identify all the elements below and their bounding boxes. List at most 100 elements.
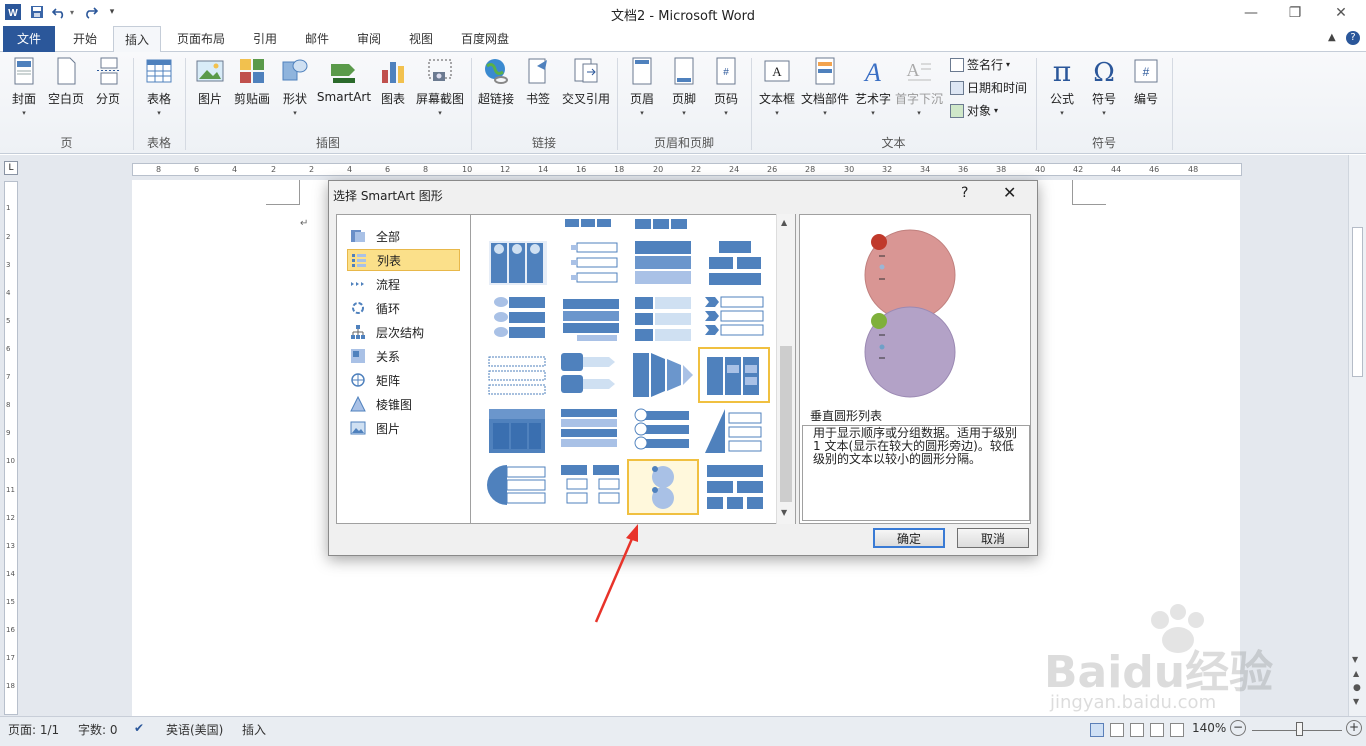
horizontal-ruler[interactable]: 8 6 4 2 2 4 6 8 10 12 14 16 18 20 22 24 26 28 30 32 34 36 38 40… <box>132 163 1242 176</box>
minimize-button[interactable]: — <box>1234 2 1268 24</box>
layout-thumbnail[interactable] <box>557 293 625 347</box>
close-button[interactable]: ✕ <box>1324 2 1358 24</box>
browse-object-icon[interactable]: ● <box>1353 683 1361 693</box>
equation-button[interactable]: π 公式 ▾ <box>1046 56 1078 117</box>
language-indicator[interactable]: 英语(美国) <box>166 721 223 738</box>
undo-dropdown-icon[interactable]: ▾ <box>68 3 76 21</box>
cross-reference-button[interactable]: 交叉引用 <box>560 56 612 107</box>
layout-thumbnail[interactable] <box>629 237 697 291</box>
layout-thumbnail[interactable] <box>629 349 697 403</box>
layout-thumbnail[interactable] <box>629 405 697 459</box>
gallery-scrollbar[interactable]: ▲ ▼ <box>776 214 795 524</box>
category-cycle[interactable]: 循环 <box>347 297 460 319</box>
layout-thumbnail[interactable] <box>557 405 625 459</box>
customize-icon[interactable]: ▾ <box>106 3 118 21</box>
drop-cap-button[interactable]: A 首字下沉 ▾ <box>894 56 944 117</box>
next-page-icon[interactable]: ▼ <box>1353 697 1359 706</box>
vertical-scrollbar[interactable]: ▲ ▼ ▲ ● ▼ <box>1348 155 1366 716</box>
gallery-scroll-up-icon[interactable]: ▲ <box>781 218 787 227</box>
category-hierarchy[interactable]: 层次结构 <box>347 321 460 343</box>
layout-thumbnail[interactable] <box>701 461 769 515</box>
layout-thumbnail[interactable] <box>557 461 625 515</box>
layout-thumbnail[interactable] <box>701 237 769 291</box>
page-break-button[interactable]: 分页 <box>92 56 124 107</box>
numbering-button[interactable]: # 编号 <box>1130 56 1162 107</box>
redo-icon[interactable] <box>82 3 100 21</box>
gallery-scroll-thumb[interactable] <box>780 346 792 502</box>
dialog-close-button[interactable]: ✕ <box>1003 183 1016 202</box>
layout-thumbnail[interactable] <box>485 461 553 515</box>
zoom-in-button[interactable]: + <box>1346 720 1362 736</box>
tab-file[interactable]: 文件 <box>3 26 55 52</box>
layout-thumbnail[interactable] <box>485 293 553 347</box>
tab-review[interactable]: 审阅 <box>347 26 391 52</box>
symbol-button[interactable]: Ω 符号 ▾ <box>1088 56 1120 117</box>
proofing-icon[interactable]: ✔ <box>134 721 144 735</box>
tab-view[interactable]: 视图 <box>399 26 443 52</box>
date-time-button[interactable]: 日期和时间 <box>950 79 1027 96</box>
insert-mode[interactable]: 插入 <box>242 721 266 738</box>
layout-thumbnail[interactable] <box>701 405 769 459</box>
undo-icon[interactable] <box>50 3 68 21</box>
save-icon[interactable] <box>28 3 46 21</box>
dialog-help-button[interactable]: ? <box>961 185 968 201</box>
text-box-button[interactable]: A 文本框 ▾ <box>757 56 797 117</box>
hyperlink-button[interactable]: 超链接 <box>476 56 516 107</box>
word-count[interactable]: 字数: 0 <box>78 721 118 738</box>
category-all[interactable]: 全部 <box>347 225 460 247</box>
help-icon[interactable]: ? <box>1346 31 1360 45</box>
chart-button[interactable]: 图表 <box>376 56 410 107</box>
draft-view-icon[interactable] <box>1170 723 1184 737</box>
clip-art-button[interactable]: 剪贴画 <box>232 56 272 107</box>
picture-button[interactable]: 图片 <box>194 56 226 107</box>
shapes-button[interactable]: 形状 ▾ <box>278 56 312 117</box>
page-number-button[interactable]: # 页码 ▾ <box>710 56 742 117</box>
signature-line-button[interactable]: 签名行 ▾ <box>950 56 1010 73</box>
web-layout-view-icon[interactable] <box>1130 723 1144 737</box>
tab-home[interactable]: 开始 <box>62 26 108 52</box>
word-app-icon[interactable]: W <box>4 3 22 21</box>
cancel-button[interactable]: 取消 <box>957 528 1029 548</box>
word-art-button[interactable]: A 艺术字 ▾ <box>854 56 892 117</box>
layout-thumbnail[interactable] <box>485 237 553 291</box>
zoom-out-button[interactable]: − <box>1230 720 1246 736</box>
screenshot-button[interactable]: 屏幕截图 ▾ <box>414 56 466 117</box>
ok-button[interactable]: 确定 <box>873 528 945 548</box>
tab-insert[interactable]: 插入 <box>113 26 161 53</box>
tab-mailings[interactable]: 邮件 <box>295 26 339 52</box>
vertical-ruler[interactable]: 1 2 3 4 5 6 7 8 9 10 11 12 13 14 15 16 17 18 <box>4 181 18 715</box>
scroll-thumb[interactable] <box>1352 227 1363 377</box>
scroll-down-icon[interactable]: ▼ <box>1352 655 1358 664</box>
ribbon-collapse-icon[interactable]: ▲ <box>1328 32 1336 43</box>
restore-button[interactable]: ❐ <box>1278 2 1312 24</box>
gallery-scroll-down-icon[interactable]: ▼ <box>781 508 787 517</box>
header-button[interactable]: 页眉 ▾ <box>626 56 658 117</box>
cover-page-button[interactable]: 封面 ▾ <box>6 56 42 117</box>
layout-thumbnail[interactable] <box>629 293 697 347</box>
category-list-item[interactable]: 列表 <box>347 249 460 271</box>
prev-page-icon[interactable]: ▲ <box>1353 669 1359 678</box>
tab-page-layout[interactable]: 页面布局 <box>168 26 234 52</box>
print-layout-view-icon[interactable] <box>1090 723 1104 737</box>
outline-view-icon[interactable] <box>1150 723 1164 737</box>
category-picture[interactable]: 图片 <box>347 417 460 439</box>
footer-button[interactable]: 页脚 ▾ <box>668 56 700 117</box>
category-pyramid[interactable]: 棱锥图 <box>347 393 460 415</box>
zoom-slider-thumb[interactable] <box>1296 722 1303 736</box>
tab-stop-selector[interactable]: L <box>4 161 18 175</box>
layout-thumbnail-vertical-circle-list[interactable] <box>627 459 699 515</box>
layout-thumbnail[interactable] <box>701 293 769 347</box>
layout-thumbnail[interactable] <box>557 349 625 403</box>
smartart-button[interactable]: SmartArt <box>316 56 372 104</box>
layout-thumbnail[interactable] <box>557 237 625 291</box>
tab-baidu-netdisk[interactable]: 百度网盘 <box>452 26 518 52</box>
category-matrix[interactable]: 矩阵 <box>347 369 460 391</box>
page-count[interactable]: 页面: 1/1 <box>8 721 59 738</box>
category-relationship[interactable]: 关系 <box>347 345 460 367</box>
blank-page-button[interactable]: 空白页 <box>46 56 86 107</box>
zoom-level[interactable]: 140% <box>1192 721 1226 735</box>
table-button[interactable]: 表格 ▾ <box>142 56 176 117</box>
tab-references[interactable]: 引用 <box>243 26 287 52</box>
layout-thumbnail[interactable] <box>485 405 553 459</box>
full-screen-view-icon[interactable] <box>1110 723 1124 737</box>
